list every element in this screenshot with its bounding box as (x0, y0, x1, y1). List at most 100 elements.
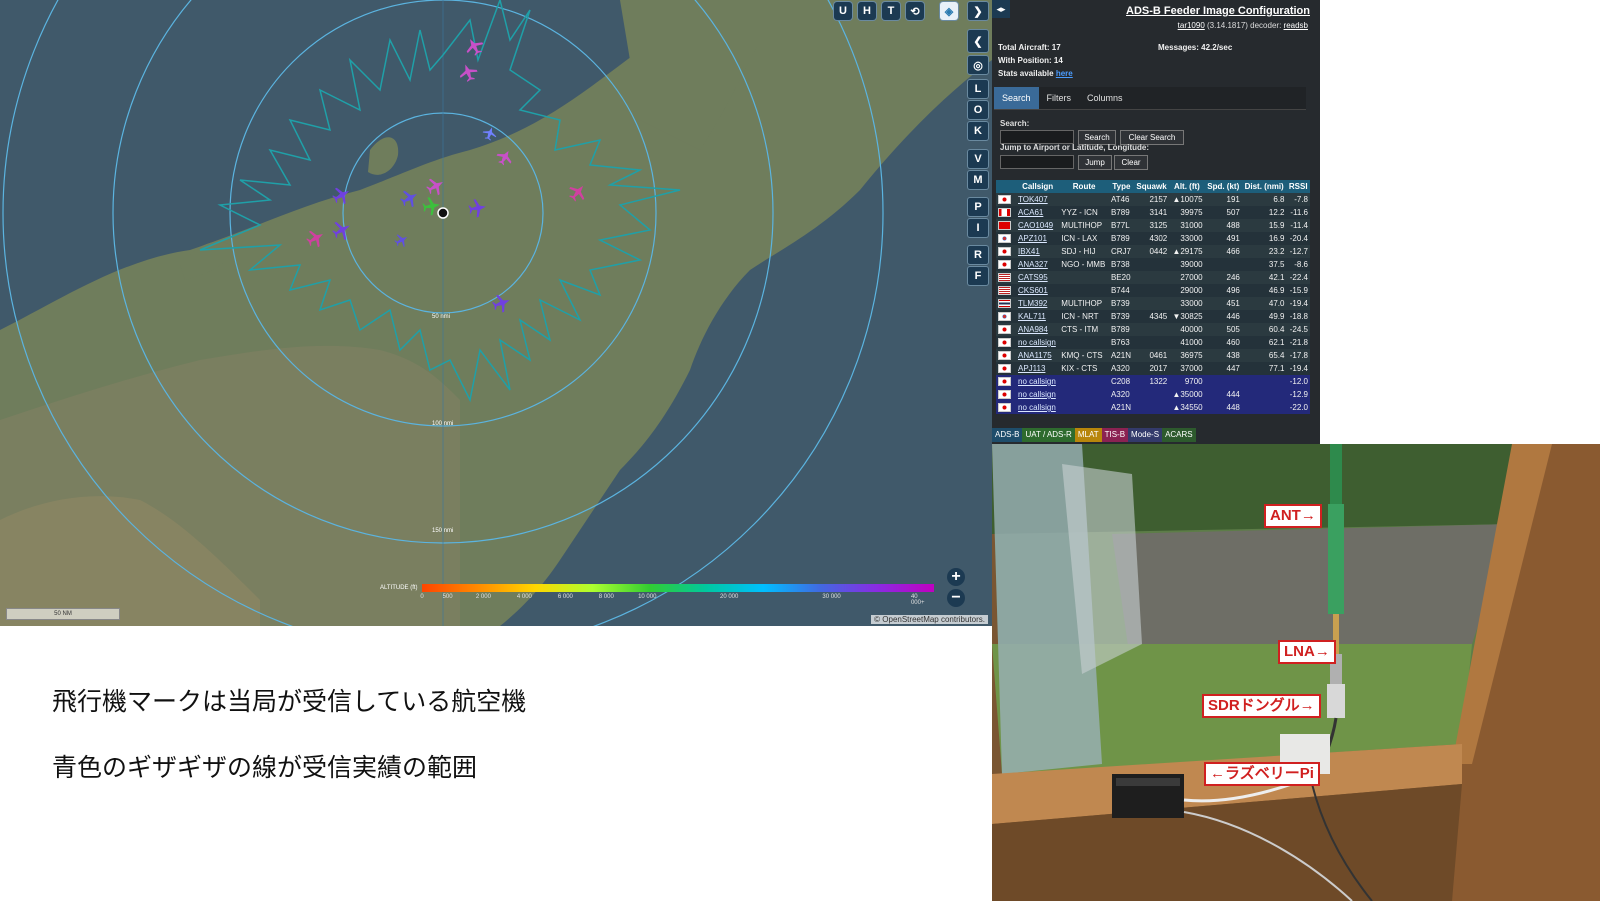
tab-filters[interactable]: Filters (1039, 87, 1080, 109)
table-row[interactable]: KAL711 ICN - NRT B739 4345 ▼30825 446 49.9 -18.… (996, 310, 1310, 323)
aircraft-table-body: TOK407 AT46 2157 ▲10075 191 6.8 -7.8 ACA61 YYZ -… (996, 193, 1310, 414)
side-button-r[interactable]: R (968, 246, 988, 264)
table-row[interactable]: APJ113 KIX - CTS A320 2017 37000 447 77.1 -19.4 (996, 362, 1310, 375)
callsign-link[interactable]: APZ101 (1016, 232, 1059, 245)
table-row[interactable]: TLM392 MULTIHOP B739 33000 451 47.0 -19.4 (996, 297, 1310, 310)
stats-link[interactable]: here (1056, 69, 1073, 78)
dist-cell (1242, 401, 1287, 414)
squawk-cell: 0442 (1149, 247, 1168, 256)
callsign-link[interactable]: CKS601 (1016, 284, 1059, 297)
clear-button[interactable]: Clear (1114, 155, 1148, 170)
alt-cell: 41000 (1180, 338, 1203, 347)
flag-cell (996, 297, 1016, 310)
side-button-f[interactable]: F (968, 267, 988, 285)
expand-panel-button[interactable]: ❯ (968, 2, 988, 20)
zoom-out-button[interactable]: − (947, 589, 965, 607)
side-button-k[interactable]: K (968, 122, 988, 140)
locate-icon: ◎ (973, 59, 983, 72)
column-header-callsign[interactable]: Callsign (1016, 180, 1060, 193)
column-header-route[interactable]: Route (1059, 180, 1109, 193)
rssi-cell: -22.4 (1289, 273, 1308, 282)
callsign-link[interactable]: no callsign (1016, 375, 1059, 388)
country-flag-icon (998, 286, 1011, 296)
callsign-link[interactable]: no callsign (1016, 401, 1059, 414)
dist-cell: 15.9 (1268, 221, 1285, 230)
table-row[interactable]: no callsign C208 1322 9700 -12.0 (996, 375, 1310, 388)
table-row[interactable]: IBX41 SDJ - HIJ CRJ7 0442 ▲29175 466 23.2 -12.7 (996, 245, 1310, 258)
caption-aircraft: 飛行機マークは当局が受信している航空機 (52, 687, 527, 716)
layers-button[interactable]: ◈ (940, 2, 958, 20)
h-button[interactable]: H (858, 2, 876, 20)
type-cell: CRJ7 (1110, 247, 1131, 256)
callsign-link[interactable]: TOK407 (1016, 193, 1059, 206)
u-button[interactable]: U (834, 2, 852, 20)
rssi-cell: -19.4 (1289, 364, 1308, 373)
callsign-link[interactable]: CATS95 (1016, 271, 1059, 284)
callsign-link[interactable]: no callsign (1016, 336, 1059, 349)
column-header-type[interactable]: Type (1108, 180, 1134, 193)
table-row[interactable]: no callsign A21N ▲34550 448 -22.0 (996, 401, 1310, 414)
table-row[interactable]: ANA327 NGO - MMB B738 39000 37.5 -8.6 (996, 258, 1310, 271)
jump-input[interactable] (1000, 155, 1074, 169)
map-attribution[interactable]: © OpenStreetMap contributors. (871, 615, 988, 624)
country-flag-icon (998, 195, 1011, 205)
table-row[interactable]: CAO1049 MULTIHOP B77L 3125 31000 488 15.9 -11.4 (996, 219, 1310, 232)
side-button-v[interactable]: V (968, 150, 988, 168)
country-flag-icon (998, 377, 1011, 387)
replay-button[interactable]: ⟲ (906, 2, 924, 20)
column-header-speed[interactable]: Spd. (kt) (1204, 180, 1242, 193)
side-button-i[interactable]: I (968, 219, 988, 237)
version-line: tar1090 (3.14.1817) decoder: readsb (1178, 21, 1308, 30)
aircraft-map[interactable]: 50 nmi 100 nmi 150 nmi U H T ⟲ ◈ ❯ ❮ ◎ L… (0, 0, 992, 626)
callsign-link[interactable]: TLM392 (1016, 297, 1059, 310)
altitude-tick-label: 8 000 (598, 594, 614, 600)
column-header-distance[interactable]: Dist. (nmi) (1241, 180, 1287, 193)
callsign-link[interactable]: APJ113 (1016, 362, 1059, 375)
callsign-link[interactable]: ANA984 (1016, 323, 1059, 336)
zoom-in-button[interactable]: + (947, 568, 965, 586)
antenna-label: ANT→ (1264, 504, 1322, 528)
table-row[interactable]: TOK407 AT46 2157 ▲10075 191 6.8 -7.8 (996, 193, 1310, 206)
map-canvas: 50 nmi 100 nmi 150 nmi (0, 0, 992, 626)
callsign-link[interactable]: no callsign (1016, 388, 1059, 401)
column-header-altitude[interactable]: Alt. (ft) (1169, 180, 1205, 193)
search-input[interactable] (1000, 130, 1074, 144)
table-row[interactable]: no callsign A320 ▲35000 444 -12.9 (996, 388, 1310, 401)
callsign-link[interactable]: ACA61 (1016, 206, 1059, 219)
jump-button[interactable]: Jump (1078, 155, 1112, 170)
callsign-link[interactable]: ANA1175 (1016, 349, 1059, 362)
country-flag-icon (998, 338, 1011, 348)
t-button[interactable]: T (882, 2, 900, 20)
tab-search[interactable]: Search (994, 87, 1039, 109)
table-row[interactable]: APZ101 ICN - LAX B789 4302 33000 491 16.9 -20.4 (996, 232, 1310, 245)
side-button-m[interactable]: M (968, 171, 988, 189)
collapse-panel-button[interactable]: ❮ (968, 30, 988, 52)
rssi-cell: -22.0 (1289, 403, 1308, 412)
callsign-link[interactable]: CAO1049 (1016, 219, 1059, 232)
column-header-rssi[interactable]: RSSI (1286, 180, 1310, 193)
table-row[interactable]: no callsign B763 41000 460 62.1 -21.8 (996, 336, 1310, 349)
country-flag-icon (998, 247, 1011, 257)
side-button-l[interactable]: L (968, 80, 988, 98)
table-row[interactable]: CKS601 B744 29000 496 46.9 -15.9 (996, 284, 1310, 297)
alt-cell: ▲35000 (1172, 390, 1203, 399)
table-row[interactable]: ANA1175 KMQ - CTS A21N 0461 36975 438 65.4 -17.… (996, 349, 1310, 362)
table-row[interactable]: ACA61 YYZ - ICN B789 3141 39975 507 12.2 -11.6 (996, 206, 1310, 219)
center-location-button[interactable]: ◎ (968, 56, 988, 74)
column-header-squawk[interactable]: Squawk (1133, 180, 1170, 193)
dist-cell: 6.8 (1273, 195, 1285, 204)
callsign-link[interactable]: ANA327 (1016, 258, 1059, 271)
table-row[interactable]: CATS95 BE20 27000 246 42.1 -22.4 (996, 271, 1310, 284)
side-button-p[interactable]: P (968, 198, 988, 216)
route-cell (1059, 193, 1109, 206)
panel-title[interactable]: ADS-B Feeder Image Configuration (992, 5, 1310, 17)
table-row[interactable]: ANA984 CTS - ITM B789 40000 505 60.4 -24.5 (996, 323, 1310, 336)
tab-columns[interactable]: Columns (1079, 87, 1131, 109)
country-flag-icon (998, 234, 1011, 244)
readsb-link[interactable]: readsb (1284, 21, 1308, 30)
callsign-link[interactable]: KAL711 (1016, 310, 1059, 323)
tar1090-link[interactable]: tar1090 (1178, 21, 1205, 30)
type-cell: BE20 (1110, 273, 1131, 282)
side-button-o[interactable]: O (968, 101, 988, 119)
callsign-link[interactable]: IBX41 (1016, 245, 1059, 258)
